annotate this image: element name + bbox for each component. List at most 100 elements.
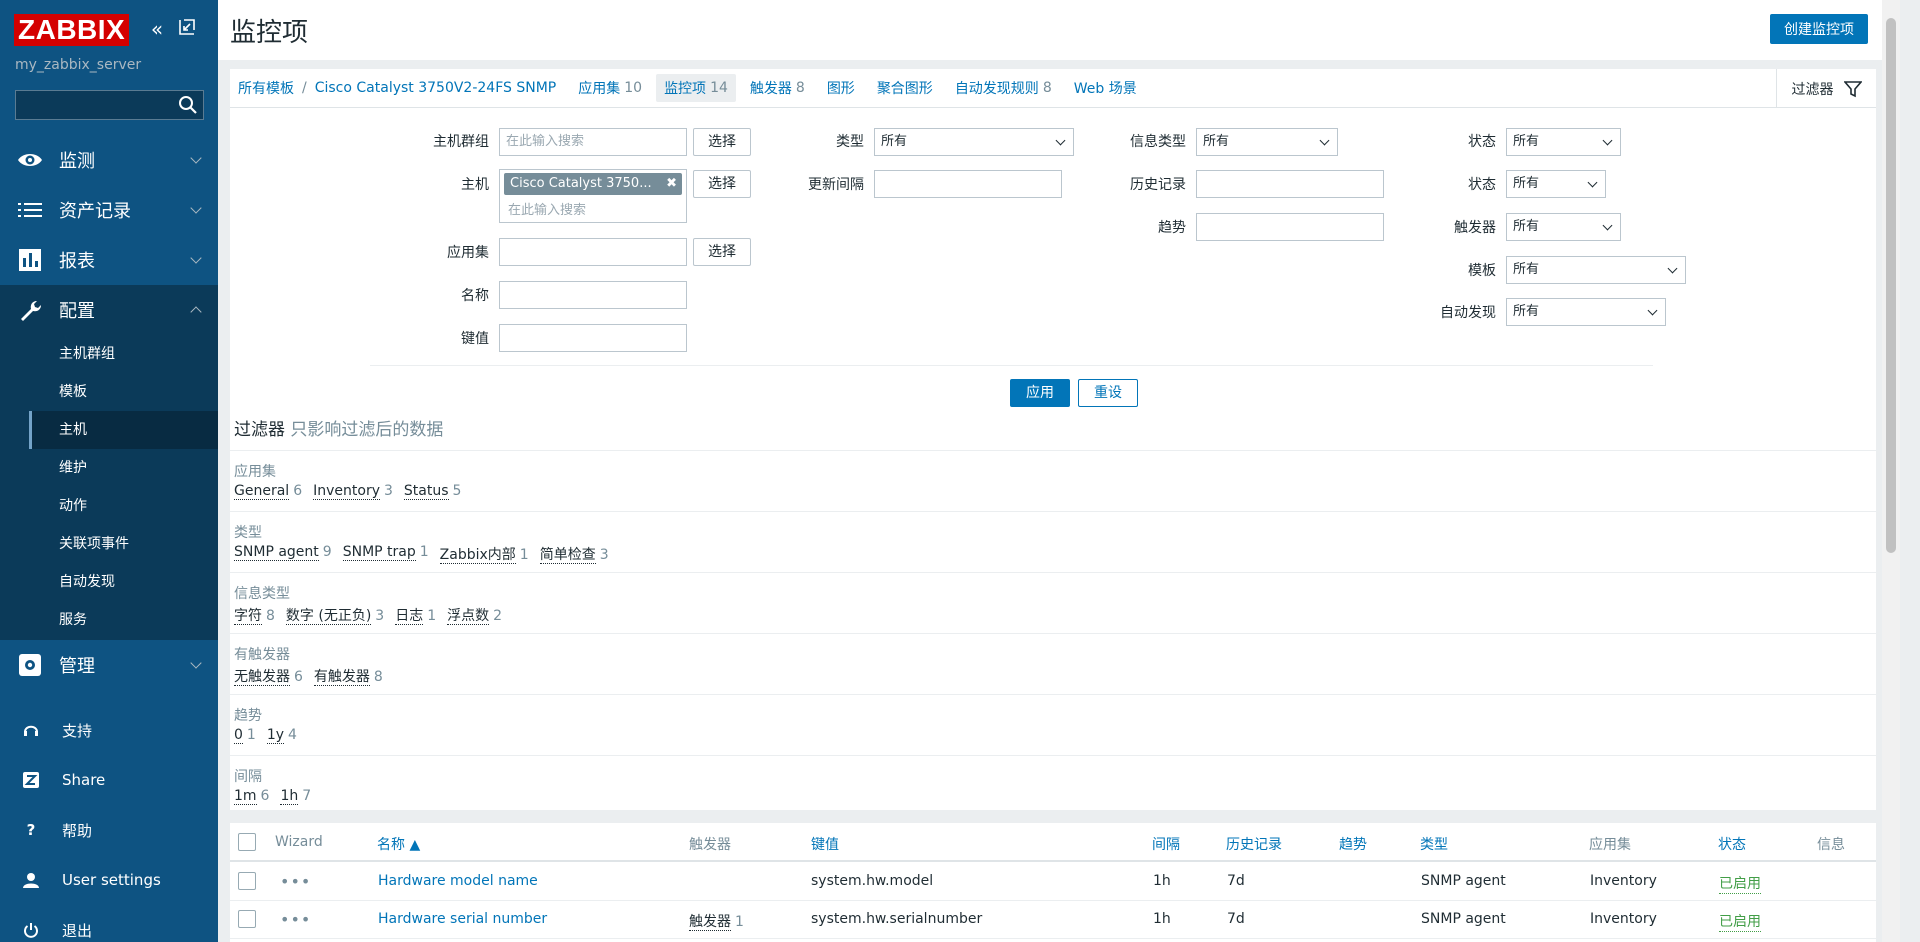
subfilter-value[interactable]: 1m 6 bbox=[234, 788, 269, 805]
triggers-select[interactable]: 所有 bbox=[1506, 213, 1621, 241]
history-input[interactable] bbox=[1196, 170, 1384, 198]
interval-input[interactable] bbox=[874, 170, 1062, 198]
row-checkbox[interactable] bbox=[238, 872, 256, 890]
submenu-hosts[interactable]: 主机 bbox=[29, 411, 218, 449]
subfilter-value-label[interactable]: 简单检查 bbox=[539, 547, 596, 564]
subfilter-value-label[interactable]: 1m bbox=[234, 788, 257, 805]
collapse-sidebar-icon[interactable]: « bbox=[146, 18, 168, 40]
submenu-discovery[interactable]: 自动发现 bbox=[29, 563, 218, 601]
create-item-button[interactable]: 创建监控项 bbox=[1770, 14, 1868, 44]
tab-applications[interactable]: 应用集 10 bbox=[578, 78, 642, 98]
menu-monitoring[interactable]: 监测 bbox=[0, 135, 218, 185]
submenu-actions[interactable]: 动作 bbox=[29, 487, 218, 525]
column-name[interactable]: 名称 ▲ bbox=[377, 834, 420, 854]
host-multiselect[interactable]: Cisco Catalyst 3750... ✖ 在此输入搜索 bbox=[499, 169, 687, 223]
menu-logout[interactable]: 退出 bbox=[0, 905, 218, 942]
submenu-correlation[interactable]: 关联项事件 bbox=[29, 525, 218, 563]
subfilter-value[interactable]: Inventory 3 bbox=[313, 483, 393, 500]
subfilter-value[interactable]: Zabbix内部 1 bbox=[439, 544, 529, 564]
subfilter-value-label[interactable]: Status bbox=[403, 483, 449, 500]
column-type[interactable]: 类型 bbox=[1420, 834, 1448, 854]
subfilter-value[interactable]: General 6 bbox=[234, 483, 302, 500]
application-select-button[interactable]: 选择 bbox=[693, 238, 751, 266]
scrollbar-thumb[interactable] bbox=[1886, 18, 1896, 553]
host-group-select-button[interactable]: 选择 bbox=[693, 128, 751, 156]
tab-web-scenarios[interactable]: Web 场景 bbox=[1074, 78, 1137, 98]
column-key[interactable]: 键值 bbox=[811, 834, 839, 854]
item-name-link[interactable]: Hardware model name bbox=[378, 873, 538, 889]
more-options-icon[interactable]: ••• bbox=[280, 910, 310, 929]
menu-share[interactable]: Share bbox=[0, 755, 218, 805]
subfilter-value-label[interactable]: SNMP agent bbox=[234, 544, 319, 561]
host-group-input[interactable]: 在此输入搜索 bbox=[499, 128, 687, 156]
subfilter-value[interactable]: 有触发器 8 bbox=[313, 666, 383, 686]
type-select[interactable]: 所有 bbox=[874, 128, 1074, 156]
subfilter-value[interactable]: 1y 4 bbox=[266, 727, 297, 744]
tab-graphs[interactable]: 图形 bbox=[827, 78, 855, 98]
submenu-templates[interactable]: 模板 bbox=[29, 373, 218, 411]
breadcrumb-all-templates[interactable]: 所有模板 bbox=[238, 78, 294, 98]
subfilter-value-label[interactable]: 日志 bbox=[395, 608, 424, 625]
apply-button[interactable]: 应用 bbox=[1010, 379, 1070, 407]
tab-screens[interactable]: 聚合图形 bbox=[877, 78, 933, 98]
submenu-maintenance[interactable]: 维护 bbox=[29, 449, 218, 487]
subfilter-value-label[interactable]: 字符 bbox=[234, 608, 262, 625]
search-icon[interactable] bbox=[178, 95, 198, 115]
subfilter-value[interactable]: 简单检查 3 bbox=[539, 544, 609, 564]
column-interval[interactable]: 间隔 bbox=[1152, 834, 1180, 854]
trends-input[interactable] bbox=[1196, 213, 1384, 241]
page-scrollbar[interactable] bbox=[1882, 0, 1900, 942]
column-trends[interactable]: 趋势 bbox=[1339, 834, 1367, 854]
application-input[interactable] bbox=[499, 238, 687, 266]
menu-support[interactable]: 支持 bbox=[0, 705, 218, 755]
subfilter-value[interactable]: 1h 7 bbox=[280, 788, 311, 805]
host-search-placeholder[interactable]: 在此输入搜索 bbox=[508, 199, 586, 218]
subfilter-value-label[interactable]: 数字 (无正负) bbox=[285, 608, 372, 625]
reset-button[interactable]: 重设 bbox=[1078, 379, 1138, 407]
zabbix-logo[interactable]: ZABBIX bbox=[14, 14, 130, 46]
subfilter-value[interactable]: 01 bbox=[234, 727, 256, 744]
subfilter-value[interactable]: 浮点数 2 bbox=[447, 605, 502, 625]
name-input[interactable] bbox=[499, 281, 687, 309]
subfilter-value-label[interactable]: 无触发器 bbox=[234, 669, 290, 686]
item-status-toggle[interactable]: 已启用 bbox=[1719, 873, 1761, 894]
menu-help[interactable]: ? 帮助 bbox=[0, 805, 218, 855]
subfilter-value-label[interactable]: Inventory bbox=[313, 483, 380, 500]
item-name-link[interactable]: Hardware serial number bbox=[378, 911, 547, 927]
subfilter-value-label[interactable]: General bbox=[234, 483, 290, 500]
subfilter-value-label[interactable]: 有触发器 bbox=[313, 669, 370, 686]
subfilter-value[interactable]: 日志 1 bbox=[395, 605, 436, 625]
hide-sidebar-icon[interactable] bbox=[176, 18, 198, 40]
tab-discovery-rules[interactable]: 自动发现规则 8 bbox=[955, 78, 1052, 98]
filter-toggle-tab[interactable]: 过滤器 bbox=[1776, 69, 1876, 109]
remove-chip-icon[interactable]: ✖ bbox=[666, 173, 677, 195]
menu-configuration[interactable]: 配置 bbox=[0, 285, 218, 335]
key-input[interactable] bbox=[499, 324, 687, 352]
tab-triggers[interactable]: 触发器 8 bbox=[750, 78, 805, 98]
subfilter-value[interactable]: 数字 (无正负) 3 bbox=[285, 605, 384, 625]
subfilter-value[interactable]: SNMP trap 1 bbox=[342, 544, 429, 564]
row-checkbox[interactable] bbox=[238, 910, 256, 928]
discovery-select[interactable]: 所有 bbox=[1506, 298, 1666, 326]
submenu-services[interactable]: 服务 bbox=[29, 601, 218, 639]
subfilter-value[interactable]: 无触发器 6 bbox=[234, 666, 303, 686]
sidebar-search-input[interactable] bbox=[15, 90, 204, 120]
menu-inventory[interactable]: 资产记录 bbox=[0, 185, 218, 235]
menu-administration[interactable]: 管理 bbox=[0, 640, 218, 690]
subfilter-value-label[interactable]: Zabbix内部 bbox=[439, 547, 516, 564]
subfilter-value-label[interactable]: SNMP trap bbox=[342, 544, 416, 561]
subfilter-value-label[interactable]: 1y bbox=[266, 727, 285, 744]
tab-items[interactable]: 监控项 14 bbox=[656, 74, 736, 102]
host-select-button[interactable]: 选择 bbox=[693, 170, 751, 198]
subfilter-value[interactable]: SNMP agent 9 bbox=[234, 544, 332, 564]
menu-user-settings[interactable]: User settings bbox=[0, 855, 218, 905]
column-history[interactable]: 历史记录 bbox=[1226, 834, 1282, 854]
subfilter-value-label[interactable]: 1h bbox=[280, 788, 299, 805]
more-options-icon[interactable]: ••• bbox=[280, 872, 310, 891]
status-select[interactable]: 所有 bbox=[1506, 170, 1606, 198]
select-all-checkbox[interactable] bbox=[238, 833, 256, 851]
template-select[interactable]: 所有 bbox=[1506, 256, 1686, 284]
state-select[interactable]: 所有 bbox=[1506, 128, 1621, 156]
menu-reports[interactable]: 报表 bbox=[0, 235, 218, 285]
subfilter-value[interactable]: Status 5 bbox=[403, 483, 461, 500]
